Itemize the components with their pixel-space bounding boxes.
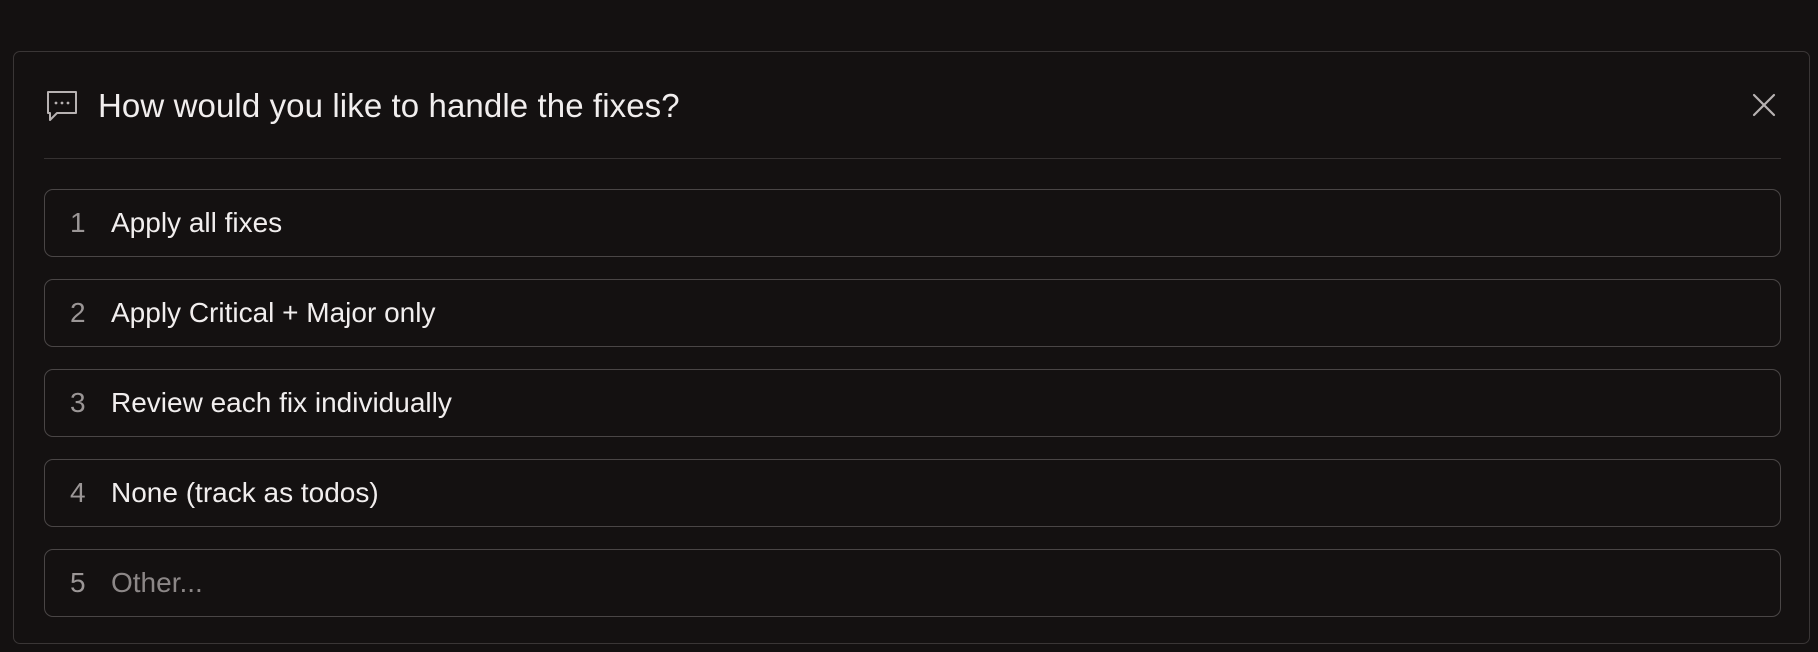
option-number: 3 bbox=[70, 387, 86, 418]
option-number: 1 bbox=[70, 207, 86, 238]
option-other[interactable]: 5 Other... bbox=[44, 549, 1781, 617]
option-number: 2 bbox=[70, 297, 86, 328]
options-list: 1 Apply all fixes 2 Apply Critical + Maj… bbox=[44, 189, 1781, 617]
header-divider bbox=[44, 158, 1781, 159]
question-dialog: How would you like to handle the fixes? … bbox=[13, 51, 1810, 644]
option-label: Other... bbox=[111, 567, 203, 598]
option-number: 5 bbox=[70, 567, 86, 598]
option-label: None (track as todos) bbox=[111, 477, 379, 508]
option-number: 4 bbox=[70, 477, 86, 508]
option-review-individually[interactable]: 3 Review each fix individually bbox=[44, 369, 1781, 437]
option-label: Review each fix individually bbox=[111, 387, 452, 418]
dialog-title: How would you like to handle the fixes? bbox=[98, 87, 680, 124]
option-label: Apply Critical + Major only bbox=[111, 297, 436, 328]
option-apply-critical-major[interactable]: 2 Apply Critical + Major only bbox=[44, 279, 1781, 347]
option-none-track-todos[interactable]: 4 None (track as todos) bbox=[44, 459, 1781, 527]
close-icon bbox=[1752, 93, 1776, 117]
close-button[interactable] bbox=[1749, 90, 1779, 120]
chat-bubble-icon bbox=[44, 88, 80, 124]
option-label: Apply all fixes bbox=[111, 207, 283, 238]
option-apply-all[interactable]: 1 Apply all fixes bbox=[44, 189, 1781, 257]
dialog-header: How would you like to handle the fixes? bbox=[44, 81, 1781, 131]
